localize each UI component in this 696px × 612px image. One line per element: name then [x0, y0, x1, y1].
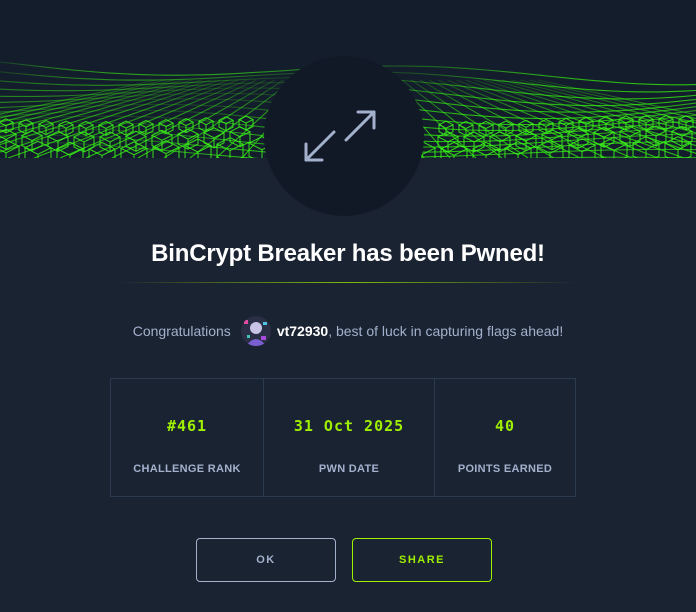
- title-divider: [118, 282, 578, 283]
- stat-challenge-rank: #461 CHALLENGE RANK: [111, 379, 264, 496]
- stat-value: #461: [166, 417, 208, 435]
- stat-points-earned: 40 POINTS EARNED: [435, 379, 575, 496]
- stat-label: CHALLENGE RANK: [133, 463, 241, 475]
- expand-arrows-icon: [304, 110, 376, 162]
- stats-panel: #461 CHALLENGE RANK 31 Oct 2025 PWN DATE…: [110, 378, 576, 497]
- stat-value: 40: [494, 417, 516, 435]
- congrats-suffix: , best of luck in capturing flags ahead!: [328, 323, 564, 339]
- stat-label: POINTS EARNED: [457, 463, 553, 475]
- ok-button[interactable]: OK: [196, 538, 336, 582]
- stat-pwn-date: 31 Oct 2025 PWN DATE: [264, 379, 435, 496]
- modal-title: BinCrypt Breaker has been Pwned!: [151, 240, 545, 267]
- pwned-modal: BinCrypt Breaker has been Pwned! Congrat…: [0, 0, 696, 612]
- share-button[interactable]: SHARE: [352, 538, 492, 582]
- username-link[interactable]: vt72930: [277, 323, 328, 339]
- stat-label: PWN DATE: [318, 463, 380, 475]
- user-avatar[interactable]: [240, 316, 271, 346]
- congrats-message: Congratulations vt72930 , best of luck i…: [0, 316, 696, 346]
- badge-circle: [264, 56, 424, 216]
- stat-value: 31 Oct 2025: [293, 417, 405, 435]
- congrats-prefix: Congratulations: [132, 323, 231, 339]
